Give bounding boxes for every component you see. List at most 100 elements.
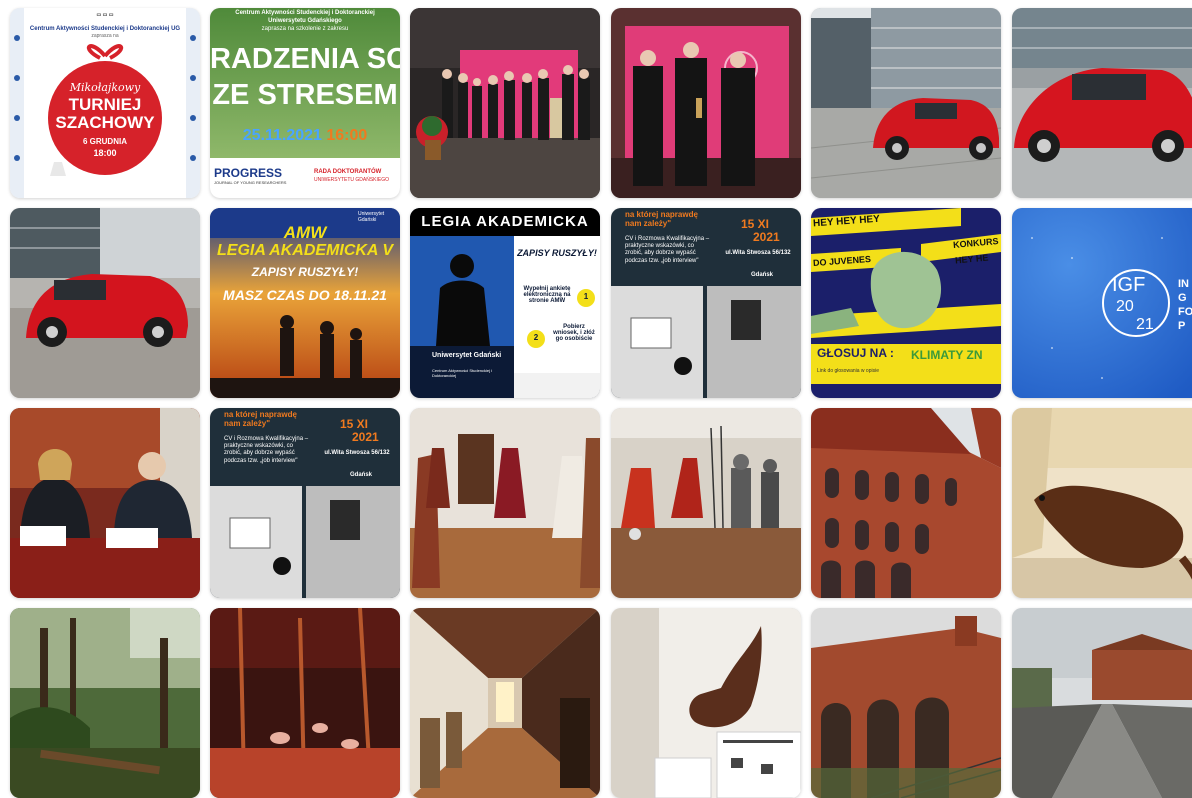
amw-line1: LEGIA AKADEMICKA V — [217, 242, 393, 259]
award-group-photo — [410, 8, 600, 198]
chess-date: 6 GRUDNIA — [82, 137, 127, 146]
igf-side3: FO — [1178, 306, 1192, 318]
rada-logo-sub: UNIWERSYTETU GDAŃSKIEGO — [314, 177, 390, 183]
cv2-q1: na której naprawdę — [224, 410, 297, 419]
forest-diorama-photo — [10, 608, 200, 798]
cv1-city: Gdańsk — [751, 272, 774, 278]
post-stress-workshop[interactable]: Centrum Aktywności Studenckiej i Doktora… — [210, 8, 400, 198]
amw-deadline: MASZ CZAS DO 18.11.21 — [210, 288, 400, 303]
stress-datetime: 25.11.2021 16:00 — [210, 127, 400, 145]
red-car-front-photo — [10, 208, 200, 398]
igf-poster-art — [1012, 208, 1192, 398]
post-museum-armor[interactable] — [611, 408, 801, 598]
stress-line1: RADZENIA SOBIE — [210, 43, 400, 75]
stress-top3: zaprasza na szkolenie z zakresu — [261, 26, 349, 32]
castle-path-photo — [1012, 608, 1192, 798]
amw-line3: MASZ CZAS DO — [223, 287, 330, 303]
corridor-photo — [410, 608, 600, 798]
cv2-desc: CV i Rozmowa Kwalifikacyjna – praktyczne… — [224, 436, 309, 464]
post-rhino-head[interactable] — [611, 608, 801, 798]
cv1-desc: CV i Rozmowa Kwalifikacyjna – praktyczne… — [625, 236, 710, 264]
legia-n1: 1 — [583, 292, 589, 301]
post-chess-tournament[interactable]: ▭ ▭ ▭ Centrum Aktywności Studenckiej i D… — [10, 8, 200, 198]
cv1-q1: na której naprawdę — [625, 210, 698, 219]
vote-label: GŁOSUJ NA : — [817, 346, 894, 360]
amw-date: 18.11.21 — [333, 287, 387, 303]
cv1-q2: nam zależy" — [625, 219, 672, 228]
stress-top2: Uniwersytetu Gdańskiego — [268, 18, 342, 24]
post-red-car-side[interactable] — [1012, 8, 1192, 198]
amw-title: AMW — [283, 223, 327, 242]
progress-logo: PROGRESS — [214, 166, 283, 180]
cv2-city: Gdańsk — [350, 472, 373, 478]
post-agreement-signing[interactable] — [10, 408, 200, 598]
post-red-car-building[interactable] — [811, 8, 1001, 198]
signing-photo — [10, 408, 200, 598]
post-red-diorama[interactable] — [210, 608, 400, 798]
castle-facade-photo — [811, 408, 1001, 598]
instagram-photo-grid: ▭ ▭ ▭ Centrum Aktywności Studenckiej i D… — [0, 0, 1192, 798]
cv2-addr: ul.Wita Stwosza 56/132 — [324, 450, 390, 456]
legia-sub: ZAPISY RUSZYŁY! — [517, 248, 597, 258]
post-award-ceremony-trio[interactable] — [611, 8, 801, 198]
klimaty-brand: KLIMATY ZN — [911, 348, 983, 362]
progress-logo-sub: JOURNAL OF YOUNG RESEARCHERS — [214, 180, 287, 185]
rada-logo: RADA DOKTORANTÓW — [314, 169, 382, 175]
post-konkurs-klimaty[interactable]: HEY HEY HEY KONKURS HEY HE DO JUVENES GŁ… — [811, 208, 1001, 398]
post-museum-corridor[interactable] — [410, 608, 600, 798]
igf-side2: G — [1178, 292, 1187, 304]
museum-costumes-photo — [410, 408, 600, 598]
rhino-photo — [611, 608, 801, 798]
igf-year-b: 21 — [1136, 316, 1154, 333]
post-castle-path[interactable] — [1012, 608, 1192, 798]
legia-uni: Uniwersytet Gdański — [432, 352, 502, 359]
post-cv-workshop-1[interactable]: na której naprawdę nam zależy" CV i Rozm… — [611, 208, 801, 398]
post-castle-facade[interactable] — [811, 408, 1001, 598]
post-award-ceremony-group[interactable] — [410, 8, 600, 198]
legia-n2: 2 — [533, 333, 539, 342]
chess-logos: ▭ ▭ ▭ — [96, 12, 114, 18]
cv1-addr: ul.Wita Stwosza 56/132 — [725, 250, 791, 256]
chess-title-a: Mikołajkowy — [69, 81, 141, 94]
post-museum-costumes[interactable] — [410, 408, 600, 598]
legia-step1: Wypełnij ankietę elektroniczną na stroni… — [523, 286, 571, 304]
chess-sub: zaprasza na — [91, 33, 119, 39]
stress-date: 25.11.2021 — [242, 127, 322, 144]
post-cv-workshop-2[interactable]: na której naprawdę nam zależy" CV i Rozm… — [210, 408, 400, 598]
cv2-q2: nam zależy" — [224, 419, 271, 428]
igf-side4: P — [1178, 320, 1186, 332]
vote-small: Link do głosowania w opisie — [817, 368, 879, 374]
post-otter[interactable] — [1012, 408, 1192, 598]
chess-header: Centrum Aktywności Studenckiej i Doktora… — [29, 26, 181, 32]
post-forest-diorama[interactable] — [10, 608, 200, 798]
post-red-car-front[interactable] — [10, 208, 200, 398]
cv1-date: 15 XI — [741, 217, 770, 231]
post-amw-legia[interactable]: Uniwersytet Gdański AMW LEGIA AKADEMICKA… — [210, 208, 400, 398]
legia-title: LEGIA AKADEMICKA — [421, 213, 589, 230]
otter-photo — [1012, 408, 1192, 598]
stress-top: Centrum Aktywności Studenckiej i Doktora… — [235, 10, 375, 16]
red-car-building-photo — [811, 8, 1001, 198]
igf-logo: IGF — [1112, 274, 1146, 296]
amw-badge: Uniwersytet Gdański — [358, 211, 385, 223]
post-castle-bridge[interactable] — [811, 608, 1001, 798]
igf-side: IN — [1178, 278, 1189, 290]
red-car-side-photo — [1012, 8, 1192, 198]
red-diorama-photo — [210, 608, 400, 798]
castle-bridge-photo — [811, 608, 1001, 798]
award-trio-photo — [611, 8, 801, 198]
cv2-year: 2021 — [352, 430, 379, 444]
stress-time: 16:00 — [326, 127, 368, 144]
stress-line2: ZE STRESEM — [212, 79, 398, 111]
amw-line2: ZAPISY RUSZYŁY! — [251, 265, 359, 279]
chess-title-b: TURNIEJ — [68, 95, 142, 114]
cv1-year: 2021 — [753, 230, 780, 244]
igf-year-a: 20 — [1116, 298, 1134, 315]
legia-step2: Pobierz wniosek, i złóż go osobiście — [553, 324, 595, 342]
post-igf-2021[interactable]: IGF 20 21 IN G FO P — [1012, 208, 1192, 398]
chess-title-c: SZACHOWY — [55, 113, 155, 132]
museum-armor-photo — [611, 408, 801, 598]
cv2-date: 15 XI — [340, 417, 369, 431]
chess-time: 18:00 — [93, 148, 117, 158]
post-legia-akademicka[interactable]: LEGIA AKADEMICKA ZAPISY RUSZYŁY! Wypełni… — [410, 208, 600, 398]
